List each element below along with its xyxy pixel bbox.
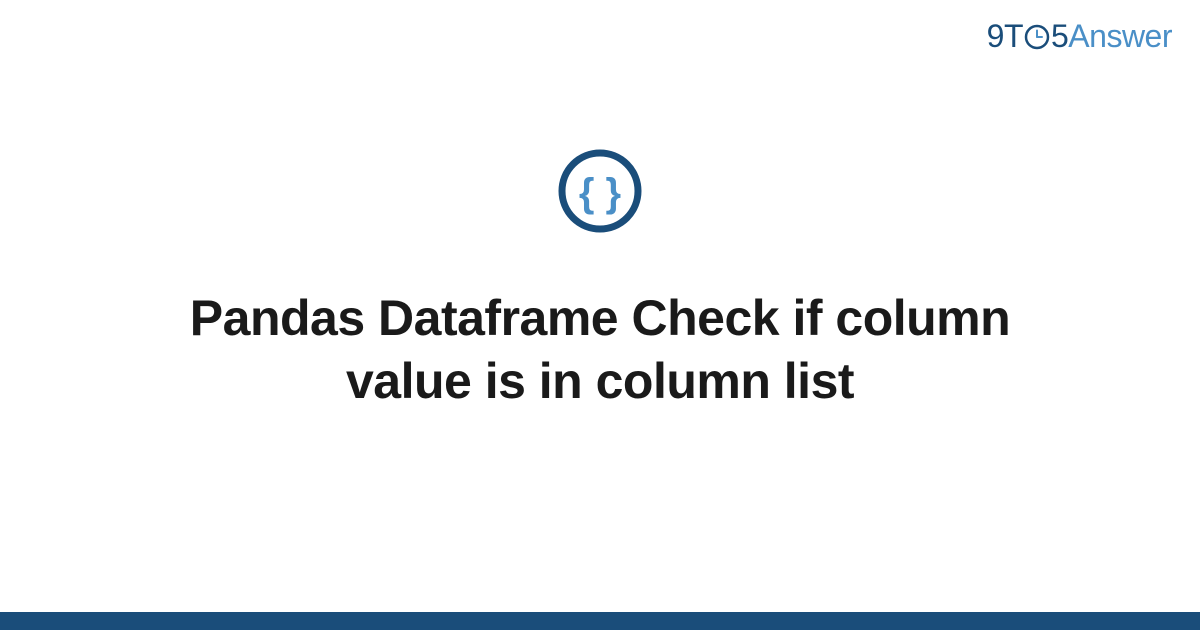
bottom-accent-bar	[0, 612, 1200, 630]
main-content: { } Pandas Dataframe Check if column val…	[0, 0, 1200, 630]
svg-text:{ }: { }	[579, 171, 621, 215]
page-title: Pandas Dataframe Check if column value i…	[150, 287, 1050, 412]
code-braces-icon: { }	[557, 148, 643, 239]
